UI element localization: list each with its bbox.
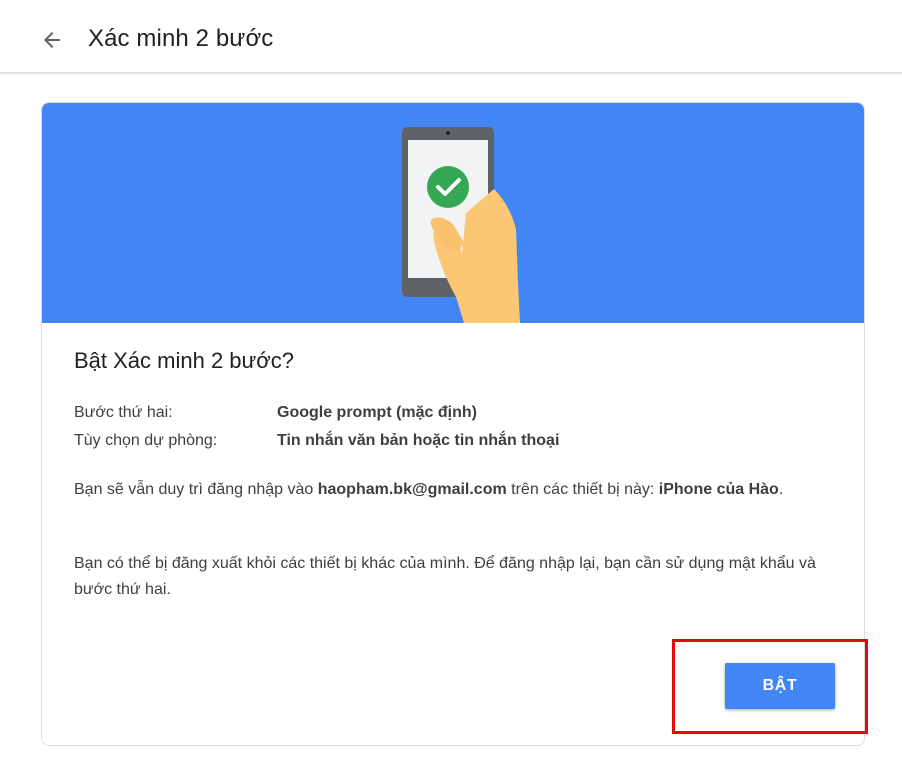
top-app-bar: Xác minh 2 bước <box>0 0 902 73</box>
second-step-label: Bước thứ hai: <box>74 404 173 421</box>
para1-middle: trên các thiết bị này: <box>506 481 659 498</box>
device-name: iPhone của Hào <box>658 481 779 498</box>
backup-option-value: Tin nhắn văn bản hoặc tin nhắn thoại <box>277 432 560 449</box>
back-button[interactable] <box>34 22 70 58</box>
page-title: Xác minh 2 bước <box>88 25 274 52</box>
para1-prefix: Bạn sẽ vẫn duy trì đăng nhập vào <box>74 481 318 498</box>
second-step-value: Google prompt (mặc định) <box>277 404 477 421</box>
sign-out-warning-text: Bạn có thể bị đăng xuất khỏi các thiết b… <box>74 555 816 598</box>
hero-banner <box>42 103 864 323</box>
phone-with-checkmark-illustration <box>402 127 520 323</box>
stay-signed-in-text: Bạn sẽ vẫn duy trì đăng nhập vào haopham… <box>74 477 834 503</box>
card-title: Bật Xác minh 2 bước? <box>74 348 294 373</box>
second-step-row: Bước thứ hai: Google prompt (mặc định) <box>74 399 559 427</box>
backup-option-row: Tùy chọn dự phòng: Tin nhắn văn bản hoặc… <box>74 427 559 455</box>
method-summary: Bước thứ hai: Google prompt (mặc định) T… <box>74 399 559 455</box>
backup-option-label: Tùy chọn dự phòng: <box>74 432 218 449</box>
account-email: haopham.bk@gmail.com <box>317 481 507 498</box>
arrow-left-icon <box>44 32 60 48</box>
turn-on-button[interactable]: BẬT <box>725 663 835 709</box>
para1-suffix: . <box>778 481 784 498</box>
